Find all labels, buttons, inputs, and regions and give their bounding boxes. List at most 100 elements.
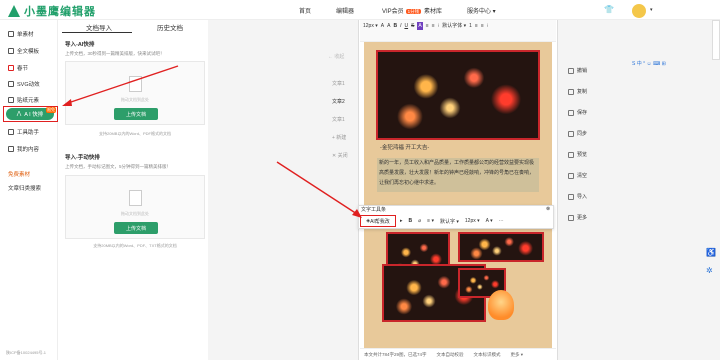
nav-services[interactable]: 服务中心 ▾ bbox=[467, 6, 496, 15]
sidebar-item-my-content[interactable]: 我的内容 bbox=[8, 145, 39, 153]
icp-text[interactable]: 陕ICP备10024495号-1 bbox=[6, 350, 46, 356]
indent-button[interactable]: ≡ bbox=[481, 22, 484, 30]
lantern-decoration bbox=[488, 290, 514, 320]
more-button[interactable]: ⋯ bbox=[499, 218, 504, 225]
tab-import[interactable]: 文档导入 bbox=[86, 22, 112, 32]
manual-upload-button[interactable]: 上传文档 bbox=[114, 222, 158, 234]
more-button[interactable]: 更多 bbox=[568, 214, 587, 221]
font-family-select[interactable]: 默认字 ▾ bbox=[440, 218, 459, 225]
manual-dropzone[interactable]: 拖动文档到此处 上传文档 bbox=[65, 175, 205, 239]
chevron-down-icon[interactable]: ▾ bbox=[650, 7, 653, 13]
align-select[interactable]: ≡ ▾ bbox=[427, 218, 434, 225]
align-center-button[interactable]: ≡ bbox=[432, 22, 435, 30]
more-button[interactable]: ⁝ bbox=[487, 22, 489, 30]
new-doc-button[interactable]: + 新建 bbox=[332, 134, 346, 141]
doc-tab-2[interactable]: 文章2 bbox=[332, 98, 345, 105]
tab-history[interactable]: 历史文档 bbox=[157, 22, 183, 32]
sidebar-item-single[interactable]: 单素材 bbox=[8, 30, 34, 38]
nav-materials[interactable]: 素材库 bbox=[424, 6, 442, 15]
article-paragraph[interactable]: 新的一年，员工收入和产品质量，工作质量都公司的经营效益要实现极高质量发展，壮大发… bbox=[377, 158, 539, 192]
clear-format-button[interactable]: ⌀ bbox=[418, 218, 421, 225]
font-shrink-button[interactable]: A bbox=[387, 22, 390, 30]
italic-button[interactable]: I bbox=[400, 22, 401, 30]
save-button[interactable]: 保存 bbox=[568, 109, 587, 116]
text-color-button[interactable]: A bbox=[417, 22, 423, 30]
sticker-icon bbox=[8, 97, 14, 103]
action-label: 更多 bbox=[577, 215, 588, 221]
list-button[interactable]: ≡ bbox=[475, 22, 478, 30]
ai-section-title: 导入-AI快排 bbox=[65, 42, 95, 48]
trash-icon bbox=[568, 172, 574, 179]
preview-button[interactable]: 预览 bbox=[568, 151, 587, 158]
bold-button[interactable]: B bbox=[409, 218, 413, 225]
nav-vip[interactable]: VIP会员 1分钱 bbox=[382, 6, 422, 15]
ai-upload-button[interactable]: 上传文档 bbox=[114, 108, 158, 120]
sync-button[interactable]: 同步 bbox=[568, 130, 587, 137]
accessibility-icon[interactable]: ♿ bbox=[706, 248, 716, 257]
copy-icon bbox=[568, 88, 574, 95]
nav-vip-label: VIP会员 bbox=[382, 9, 404, 15]
text-color-select[interactable]: A ▾ bbox=[486, 218, 493, 225]
font-family-select[interactable]: 默认字体 ▾ bbox=[442, 22, 466, 30]
ime-toolbar[interactable]: S 中 ° ☺ ⌨ ⊞ bbox=[632, 60, 672, 68]
editor-toolbar: 12px ▾ A A B I U S A ≡ ≡ ⁝ 默认字体 ▾ 1 ≡ ≡ … bbox=[360, 20, 556, 42]
sync-icon bbox=[568, 130, 574, 137]
nav-home[interactable]: 首页 bbox=[299, 6, 311, 15]
tab-underline bbox=[62, 32, 132, 33]
nav-editor[interactable]: 编辑器 bbox=[336, 6, 354, 15]
font-size-select[interactable]: 12px ▾ bbox=[465, 218, 480, 225]
ai-dropzone[interactable]: 拖动文档到此处 上传文档 bbox=[65, 61, 205, 125]
action-label: 保存 bbox=[577, 110, 588, 116]
align-button[interactable]: ≡ bbox=[426, 22, 429, 30]
settings-icon[interactable]: ✲ bbox=[706, 266, 713, 275]
strike-button[interactable]: S bbox=[411, 22, 414, 30]
copy-button[interactable]: 复制 bbox=[568, 88, 587, 95]
doc-tab-1[interactable]: 文章1 bbox=[332, 80, 345, 87]
sidebar-item-search[interactable]: 文章归类搜索 bbox=[8, 184, 41, 192]
spring-icon bbox=[8, 65, 14, 71]
sidebar-item-label: SVG动效 bbox=[17, 82, 40, 88]
line-height-button[interactable]: 1 bbox=[469, 22, 472, 30]
undo-button[interactable]: 撤销 bbox=[568, 67, 587, 74]
logo[interactable]: 小墨鹰编辑器 bbox=[8, 3, 96, 19]
sidebar-item-stickers[interactable]: 贴纸元素 bbox=[8, 96, 39, 104]
manual-section-note: 支持20MB以内的Word、PDF、TXT格式的文档 bbox=[93, 243, 177, 248]
article-subtitle[interactable]: -金犯鸿福 开工大吉- bbox=[380, 143, 429, 151]
more-dropdown[interactable]: 更多 ▾ bbox=[511, 352, 524, 358]
edge-handle[interactable] bbox=[712, 20, 720, 60]
sidebar-item-free[interactable]: 免费素材 bbox=[8, 170, 30, 178]
font-size-select[interactable]: 12px ▾ bbox=[363, 22, 378, 30]
import-button[interactable]: 导入 bbox=[568, 193, 587, 200]
shirt-icon[interactable]: 👕 bbox=[604, 5, 614, 14]
sidebar-item-label: 我的内容 bbox=[17, 147, 40, 153]
doc-tab-3[interactable]: 文章1 bbox=[332, 116, 345, 123]
avatar[interactable] bbox=[632, 4, 646, 18]
tools-icon bbox=[8, 129, 14, 135]
sidebar-item-label: 工具助手 bbox=[17, 130, 40, 136]
collapse-button[interactable]: ← 收起 bbox=[328, 53, 344, 60]
ai-rewrite-button[interactable]: ◈ AI帮我改 bbox=[360, 215, 396, 227]
sidebar-item-tools[interactable]: 工具助手 bbox=[8, 128, 39, 136]
mode-toggle[interactable]: 文本标识模式 bbox=[474, 352, 501, 358]
close-doc-button[interactable]: ✕ 关闭 bbox=[332, 152, 348, 159]
sidebar-item-templates[interactable]: 全文模板 bbox=[8, 47, 39, 55]
top-bar: 小墨鹰编辑器 首页 编辑器 VIP会员 1分钱 素材库 服务中心 ▾ 👕 ▾ bbox=[0, 0, 720, 20]
sidebar-item-svg[interactable]: SVG动效 bbox=[8, 80, 40, 88]
more-button[interactable]: ⁝ bbox=[438, 22, 440, 30]
underline-button[interactable]: U bbox=[404, 22, 408, 30]
eye-icon bbox=[568, 151, 574, 158]
bold-button[interactable]: B bbox=[393, 22, 397, 30]
font-grow-button[interactable]: A bbox=[381, 22, 384, 30]
sidebar-item-spring[interactable]: 春节 bbox=[8, 64, 28, 72]
document-icon bbox=[129, 76, 142, 92]
article-page[interactable] bbox=[364, 42, 552, 348]
fireworks-image[interactable] bbox=[458, 232, 544, 262]
close-icon[interactable]: ⊗ bbox=[546, 206, 550, 212]
clear-button[interactable]: 清空 bbox=[568, 172, 587, 179]
send-button[interactable]: ▸ bbox=[400, 218, 403, 225]
ai-rewrite-label: AI帮我改 bbox=[370, 218, 390, 225]
ai-section-note: 支持20MB以内的Word、PDF格式的文档 bbox=[99, 131, 171, 136]
auto-check-toggle[interactable]: 文本自动校验 bbox=[437, 352, 464, 358]
sidebar-item-ai-layout[interactable]: ⋀ A I 快排 限免 bbox=[6, 107, 56, 120]
fireworks-image[interactable] bbox=[376, 50, 540, 140]
